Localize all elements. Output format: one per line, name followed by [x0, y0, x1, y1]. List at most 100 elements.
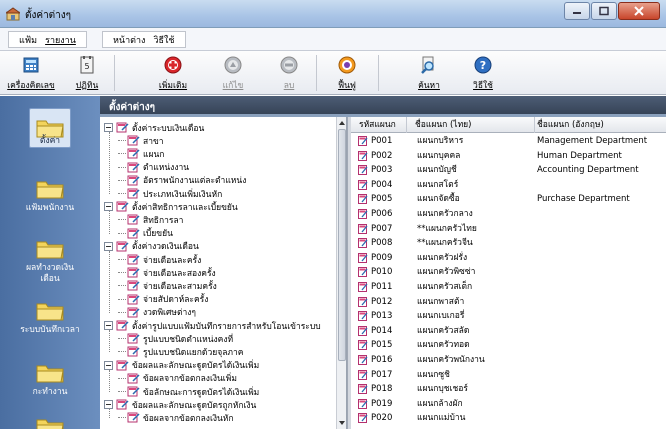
tree-node-item[interactable]: ตำแหน่งงาน [118, 161, 189, 174]
collapse-icon[interactable] [104, 241, 113, 251]
table-row[interactable]: P016 แผนกครัวพนักงาน [351, 353, 666, 367]
edit-button[interactable]: แก้ไข [208, 53, 258, 93]
calendar-button[interactable]: 5 ปฏิทิน [62, 53, 112, 93]
table-row[interactable]: P002 แผนกบุคคล Human Department [351, 149, 666, 163]
cell-name-thai: แผนกเบเกอรี่ [417, 311, 465, 322]
help-button[interactable]: ? วิธีใช้ [458, 53, 508, 93]
tree-node-group[interactable]: ตั้งค่าสิทธิการลาและเบี้ยขยัน [104, 200, 238, 213]
close-icon [634, 6, 644, 16]
tree-node-item[interactable]: ข้อผลจากข้อตกลงเงินหัก [118, 411, 234, 424]
table-row[interactable]: P013 แผนกเบเกอรี่ [351, 309, 666, 323]
tree-node-item[interactable]: จ่ายเดือนละสามครั้ง [118, 279, 217, 292]
menu-item-window[interactable]: หน้าต่าง [113, 33, 145, 47]
refresh-icon [338, 56, 356, 74]
nav-item-time-record[interactable]: ระบบบันทึกเวลา [0, 298, 100, 336]
tree-node-item[interactable]: ประเภทเงินเพิ่มเงินหัก [118, 187, 222, 200]
tree-node-item[interactable]: แผนก [118, 147, 164, 160]
tree-node-group[interactable]: ตั้งค่างวดเงินเดือน [104, 240, 199, 253]
table-row[interactable]: P004 แผนกสโตร์ [351, 178, 666, 192]
table-row[interactable]: P020 แผนกแม่บ้าน [351, 411, 666, 425]
column-header-name-thai[interactable]: ชื่อแผนก (ไทย) [407, 117, 535, 133]
table-row[interactable]: P012 แผนกพาสต้า [351, 295, 666, 309]
tree-node-item[interactable]: สิทธิการลา [118, 213, 183, 226]
menu-item-file[interactable]: แฟ้ม [19, 33, 37, 47]
tree-node-label: รูปแบบชนิดตำแหน่งคงที่ [143, 334, 234, 345]
scroll-down-icon[interactable] [338, 418, 346, 428]
tree-node-item[interactable]: เบี้ยขยัน [118, 227, 173, 240]
collapse-icon[interactable] [104, 123, 113, 132]
nav-item-employee-file[interactable]: แฟ้มพนักงาน [0, 176, 100, 214]
table-row[interactable]: P015 แผนกครัวทอด [351, 338, 666, 352]
table-row[interactable]: P018 แผนกบุชเชอร์ [351, 382, 666, 396]
minimize-button[interactable] [564, 2, 590, 20]
cell-name-thai: **แผนกครัวจีน [417, 238, 473, 249]
close-button[interactable] [618, 2, 660, 20]
table-row[interactable]: P001 แผนกบริหาร Management Department [351, 134, 666, 148]
tree-node-item[interactable]: ข้อผลจากข้อตกลงเงินเพิ่ม [118, 372, 237, 385]
table-row[interactable]: P017 แผนกซูชิ [351, 368, 666, 382]
nav-item-shift[interactable]: กะทำงาน [0, 360, 100, 398]
form-icon [127, 386, 140, 397]
tree-node-item[interactable]: อัตราพนักงานแต่ละตำแหน่ง [118, 174, 246, 187]
add-button[interactable]: เพิ่มเติม [148, 53, 198, 93]
collapse-icon[interactable] [104, 400, 113, 410]
tree-connector [118, 377, 126, 379]
cell-name-thai: แผนกครัวทอด [417, 340, 470, 351]
tree-scrollbar-thumb[interactable] [338, 129, 346, 361]
scroll-up-icon[interactable] [338, 118, 346, 128]
table-row[interactable]: P005 แผนกจัดซื้อ Purchase Department [351, 192, 666, 206]
table-row[interactable]: P014 แผนกครัวสลัด [351, 324, 666, 338]
nav-item-settings[interactable]: ตั้งค่า [0, 108, 100, 148]
menu-bar: แฟ้ม รายงาน หน้าต่าง วิธีใช้ [0, 28, 666, 51]
tree-scrollbar[interactable] [336, 117, 346, 429]
cell-name-english [537, 280, 666, 294]
table-row[interactable]: P010 แผนกครัวพิซซ่า [351, 265, 666, 279]
collapse-icon[interactable] [104, 202, 113, 212]
tree-node-item[interactable]: ข้อลักษณะการฐูดบัตรได้เงินเพิ่ม [118, 385, 259, 398]
tree-node-group[interactable]: ข้อผลและลักษณะฐูดบัตรได้เงินเพิ่ม [104, 359, 259, 372]
table-row[interactable]: P009 แผนกครัวฝรั่ง [351, 251, 666, 265]
tree-node-item[interactable]: จ่ายเดือนละสองครั้ง [118, 266, 216, 279]
tree-node-group[interactable]: ข้อผลและลักษณะฐูดบัตรถูกหักเงิน [104, 398, 256, 411]
table-row[interactable]: P011 แผนกครัวสเต็ก [351, 280, 666, 294]
cell-name-english [537, 353, 666, 367]
nav-item-more[interactable] [0, 414, 100, 429]
form-icon [358, 136, 368, 146]
table-row[interactable]: P008 **แผนกครัวจีน [351, 236, 666, 250]
menu-item-report[interactable]: รายงาน [45, 33, 76, 47]
refresh-button[interactable]: ฟื้นฟู [322, 53, 372, 93]
tree-connector [118, 272, 126, 274]
maximize-button[interactable] [591, 2, 617, 20]
tree-node-label: ข้อผลจากข้อตกลงเงินเพิ่ม [143, 374, 237, 385]
form-icon [358, 311, 368, 322]
table-row[interactable]: P006 แผนกครัวกลาง [351, 207, 666, 221]
tree-node-group[interactable]: ตั้งค่ารูปแบบแฟ้มบันทึกรายการสำหรับโอนเข… [104, 319, 321, 332]
tree-node-item[interactable]: จ่ายสัปดาห์ละครั้ง [118, 293, 208, 306]
column-header-name-english[interactable]: ชื่อแผนก (อังกฤษ) [535, 117, 666, 133]
tree-node-item[interactable]: งวดพิเศษต่างๆ [118, 306, 196, 319]
cell-code: P010 [371, 267, 393, 278]
collapse-icon[interactable] [104, 360, 113, 370]
table-row[interactable]: P007 **แผนกครัวไทย [351, 222, 666, 236]
delete-button[interactable]: ลบ [264, 53, 314, 93]
tree-node-item[interactable]: รูปแบบชนิดตำแหน่งคงที่ [118, 332, 233, 345]
collapse-icon[interactable] [104, 321, 113, 330]
svg-text:5: 5 [84, 62, 89, 71]
table-row[interactable]: P003 แผนกบัญชี Accounting Department [351, 163, 666, 177]
nav-item-payroll[interactable]: ผลทำงวดเงินเดือน [0, 236, 100, 285]
form-icon [358, 355, 368, 365]
column-header-code[interactable]: รหัสแผนก [351, 117, 407, 133]
search-button[interactable]: ค้นหา [404, 53, 454, 93]
minimize-icon [573, 12, 581, 14]
cell-name-thai: แผนกครัวสเต็ก [417, 282, 473, 292]
tree-node-group[interactable]: ตั้งค่าระบบเงินเดือน [104, 121, 204, 134]
tree-node-label: จ่ายเดือนละสามครั้ง [143, 281, 217, 292]
menu-item-help[interactable]: วิธีใช้ [153, 33, 174, 47]
tree-node-item[interactable]: จ่ายเดือนละครั้ง [118, 253, 201, 266]
table-row[interactable]: P019 แผนกล้างผัก [351, 397, 666, 411]
tree-node-item[interactable]: สาขา [118, 134, 164, 147]
tree-guide-line [109, 369, 110, 392]
cell-name-english [537, 295, 666, 309]
calculator-button[interactable]: เครื่องคิดเลข [6, 53, 56, 93]
tree-node-item[interactable]: รูปแบบชนิดแยกด้วยจุลภาค [118, 345, 243, 358]
